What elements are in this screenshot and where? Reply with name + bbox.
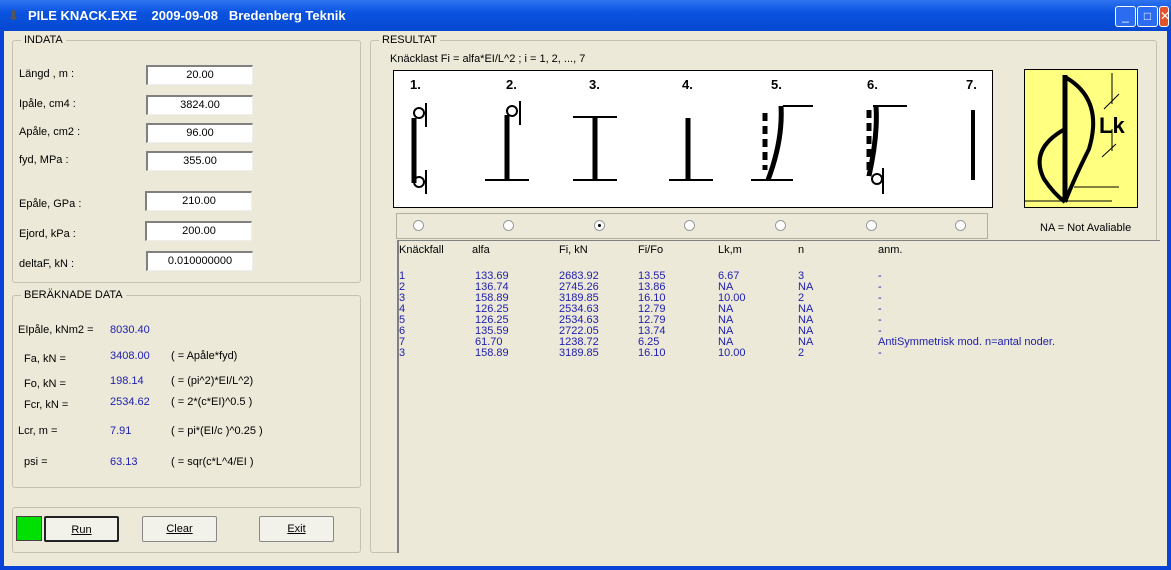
table-cell: 16.10	[638, 347, 666, 359]
table-cell: 158.89	[475, 347, 509, 359]
indata-legend: INDATA	[21, 34, 66, 46]
lk-label: Lk	[1099, 113, 1125, 138]
result-value: 8030.40	[110, 324, 150, 336]
column-header: Fi, kN	[559, 244, 588, 256]
formula-text: Knäcklast Fi = alfa*EI/L^2 ; i = 1, 2, .…	[390, 53, 586, 65]
case-label: 4.	[682, 77, 693, 92]
window-title: PILE KNACK.EXE 2009-09-08 Bredenberg Tek…	[28, 8, 346, 23]
app-window: INDATA BERÄKNADE DATA Run Clear Exit RES…	[0, 0, 1171, 570]
result-label: EIpåle, kNm2 =	[18, 324, 94, 336]
result-formula: ( = Apåle*fyd)	[171, 350, 238, 362]
field-label: Ejord, kPa :	[19, 228, 76, 240]
result-label: Fcr, kN =	[24, 399, 69, 411]
result-label: psi =	[24, 456, 48, 468]
result-value: 198.14	[110, 375, 144, 387]
case-radio-1[interactable]	[413, 220, 424, 231]
input-field[interactable]: 96.00	[146, 123, 253, 143]
input-field[interactable]: 200.00	[145, 221, 252, 241]
result-formula: ( = 2*(c*EI)^0.5 )	[171, 396, 253, 408]
run-button[interactable]: Run	[44, 516, 119, 542]
table-cell: -	[878, 347, 882, 359]
result-value: 7.91	[110, 425, 132, 437]
close-button[interactable]: ✕	[1159, 6, 1170, 27]
case-radio-2[interactable]	[503, 220, 514, 231]
lk-diagram: Lk	[1024, 69, 1138, 208]
input-field[interactable]: 20.00	[146, 65, 253, 85]
input-field[interactable]: 0.010000000	[146, 251, 253, 271]
result-label: Fo, kN =	[24, 378, 66, 390]
result-label: Fa, kN =	[24, 353, 66, 365]
maximize-button[interactable]: □	[1137, 6, 1158, 27]
table-cell: 10.00	[718, 347, 746, 359]
result-label: Lcr, m =	[18, 425, 58, 437]
table-cell: AntiSymmetrisk mod. n=antal noder.	[878, 336, 1055, 348]
result-formula: ( = (pi^2)*EI/L^2)	[171, 375, 254, 387]
case-radio-4[interactable]	[684, 220, 695, 231]
case-radio-5[interactable]	[775, 220, 786, 231]
minimize-button[interactable]: _	[1115, 6, 1136, 27]
result-value: 63.13	[110, 456, 138, 468]
case-label: 5.	[771, 77, 782, 92]
input-field[interactable]: 3824.00	[146, 95, 253, 115]
column-header: Fi/Fo	[638, 244, 664, 256]
exit-button[interactable]: Exit	[259, 516, 334, 542]
table-cell: 3189.85	[559, 347, 599, 359]
result-formula: ( = sqr(c*L^4/EI )	[171, 456, 254, 468]
na-note: NA = Not Avaliable	[1040, 222, 1132, 234]
column-header: anm.	[878, 244, 903, 256]
input-field[interactable]: 210.00	[145, 191, 252, 211]
field-label: Ipåle, cm4 :	[19, 98, 76, 110]
case-radio-6[interactable]	[866, 220, 877, 231]
arrow-down-icon: ⬇	[8, 8, 19, 23]
case-label: 7.	[966, 77, 977, 92]
case-radio-7[interactable]	[955, 220, 966, 231]
input-field[interactable]: 355.00	[146, 151, 253, 171]
result-value: 2534.62	[110, 396, 150, 408]
result-value: 3408.00	[110, 350, 150, 362]
result-formula: ( = pi*(EI/c )^0.25 )	[171, 425, 263, 437]
status-indicator	[16, 516, 42, 541]
column-header: Knäckfall	[399, 244, 444, 256]
case-radio-3[interactable]	[594, 220, 605, 231]
case-label: 1.	[410, 77, 421, 92]
clear-button[interactable]: Clear	[142, 516, 217, 542]
field-label: fyd, MPa :	[19, 154, 69, 166]
column-header: Lk,m	[718, 244, 742, 256]
column-header: alfa	[472, 244, 490, 256]
resultat-legend: RESULTAT	[379, 34, 441, 46]
case-label: 3.	[589, 77, 600, 92]
field-label: deltaF, kN :	[19, 258, 75, 270]
table-cell: 3	[399, 347, 406, 359]
column-header: n	[798, 244, 805, 256]
beraknade-legend: BERÄKNADE DATA	[21, 289, 126, 301]
table-cell: 2	[798, 347, 805, 359]
results-table: Knäckfall alfa Fi, kN Fi/Fo Lk,m n anm. 1 133.69…	[397, 240, 1160, 553]
field-label: Apåle, cm2 :	[19, 126, 81, 138]
field-label: Epåle, GPa :	[19, 198, 82, 210]
case-label: 6.	[867, 77, 878, 92]
case-label: 2.	[506, 77, 517, 92]
field-label: Längd , m :	[19, 68, 75, 80]
buckling-cases-diagram: 1. 2. 3. 4. 5. 6. 7.	[393, 70, 993, 208]
